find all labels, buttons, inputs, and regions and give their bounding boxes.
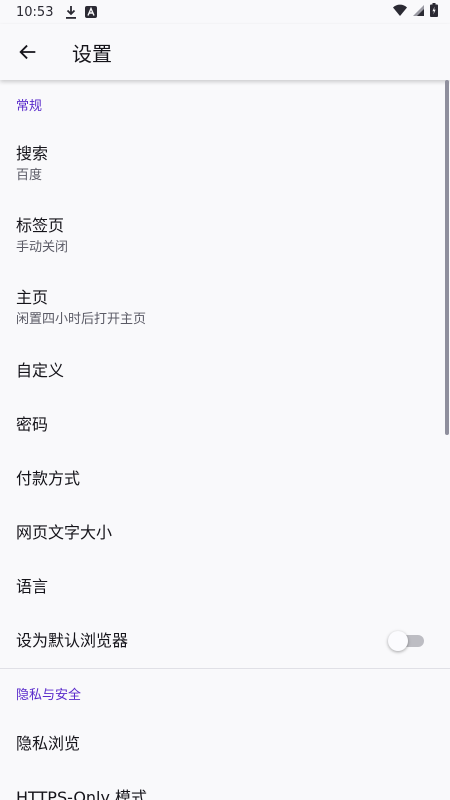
settings-item-label: 自定义: [16, 361, 65, 380]
settings-item-private-browsing[interactable]: 隐私浏览: [0, 717, 450, 771]
settings-item-label: 搜索: [16, 144, 49, 163]
scrollbar[interactable]: [445, 80, 449, 435]
settings-item-label: 主页: [16, 288, 49, 307]
settings-item-label: 设为默认浏览器: [16, 631, 129, 650]
default-browser-toggle[interactable]: [388, 631, 426, 651]
category-privacy-security: 隐私与安全: [16, 687, 82, 703]
settings-item-payment-methods[interactable]: 付款方式: [0, 452, 450, 506]
settings-item-label: 标签页: [16, 216, 65, 235]
settings-item-font-size[interactable]: 网页文字大小: [0, 506, 450, 560]
settings-item-tabs[interactable]: 标签页 手动关闭: [0, 200, 450, 272]
settings-item-label: 密码: [16, 415, 49, 434]
arrow-left-icon: [19, 44, 36, 60]
settings-item-passwords[interactable]: 密码: [0, 398, 450, 452]
settings-item-search[interactable]: 搜索 百度: [0, 128, 450, 200]
wifi-icon: [393, 4, 407, 20]
cell-signal-icon: [413, 4, 424, 20]
settings-item-label: 付款方式: [16, 469, 81, 488]
settings-item-customize[interactable]: 自定义: [0, 344, 450, 398]
settings-item-label: HTTPS-Only 模式: [16, 788, 148, 800]
category-general: 常规: [16, 98, 43, 114]
settings-item-homepage[interactable]: 主页 闲置四小时后打开主页: [0, 272, 450, 344]
settings-item-summary: 手动关闭: [16, 240, 69, 255]
battery-icon: [430, 3, 438, 21]
settings-item-label: 网页文字大小: [16, 523, 113, 542]
status-time: 10:53: [16, 4, 54, 20]
status-bar: 10:53: [0, 0, 450, 24]
back-button[interactable]: [0, 24, 56, 80]
toggle-thumb: [388, 631, 408, 651]
settings-list: 常规 搜索 百度 标签页 手动关闭 主页 闲置四小时后打开主页 自定义 密码 付…: [0, 80, 450, 800]
download-icon: [65, 5, 77, 19]
app-notification-icon: [85, 6, 98, 18]
settings-item-label: 语言: [16, 577, 49, 596]
page-title: 设置: [72, 41, 112, 66]
settings-item-summary: 百度: [16, 168, 43, 183]
settings-item-https-only[interactable]: HTTPS-Only 模式: [0, 771, 450, 800]
app-bar: 设置: [0, 24, 450, 80]
settings-item-summary: 闲置四小时后打开主页: [16, 312, 147, 327]
settings-item-label: 隐私浏览: [16, 734, 81, 753]
settings-item-default-browser[interactable]: 设为默认浏览器: [0, 614, 450, 668]
settings-item-language[interactable]: 语言: [0, 560, 450, 614]
